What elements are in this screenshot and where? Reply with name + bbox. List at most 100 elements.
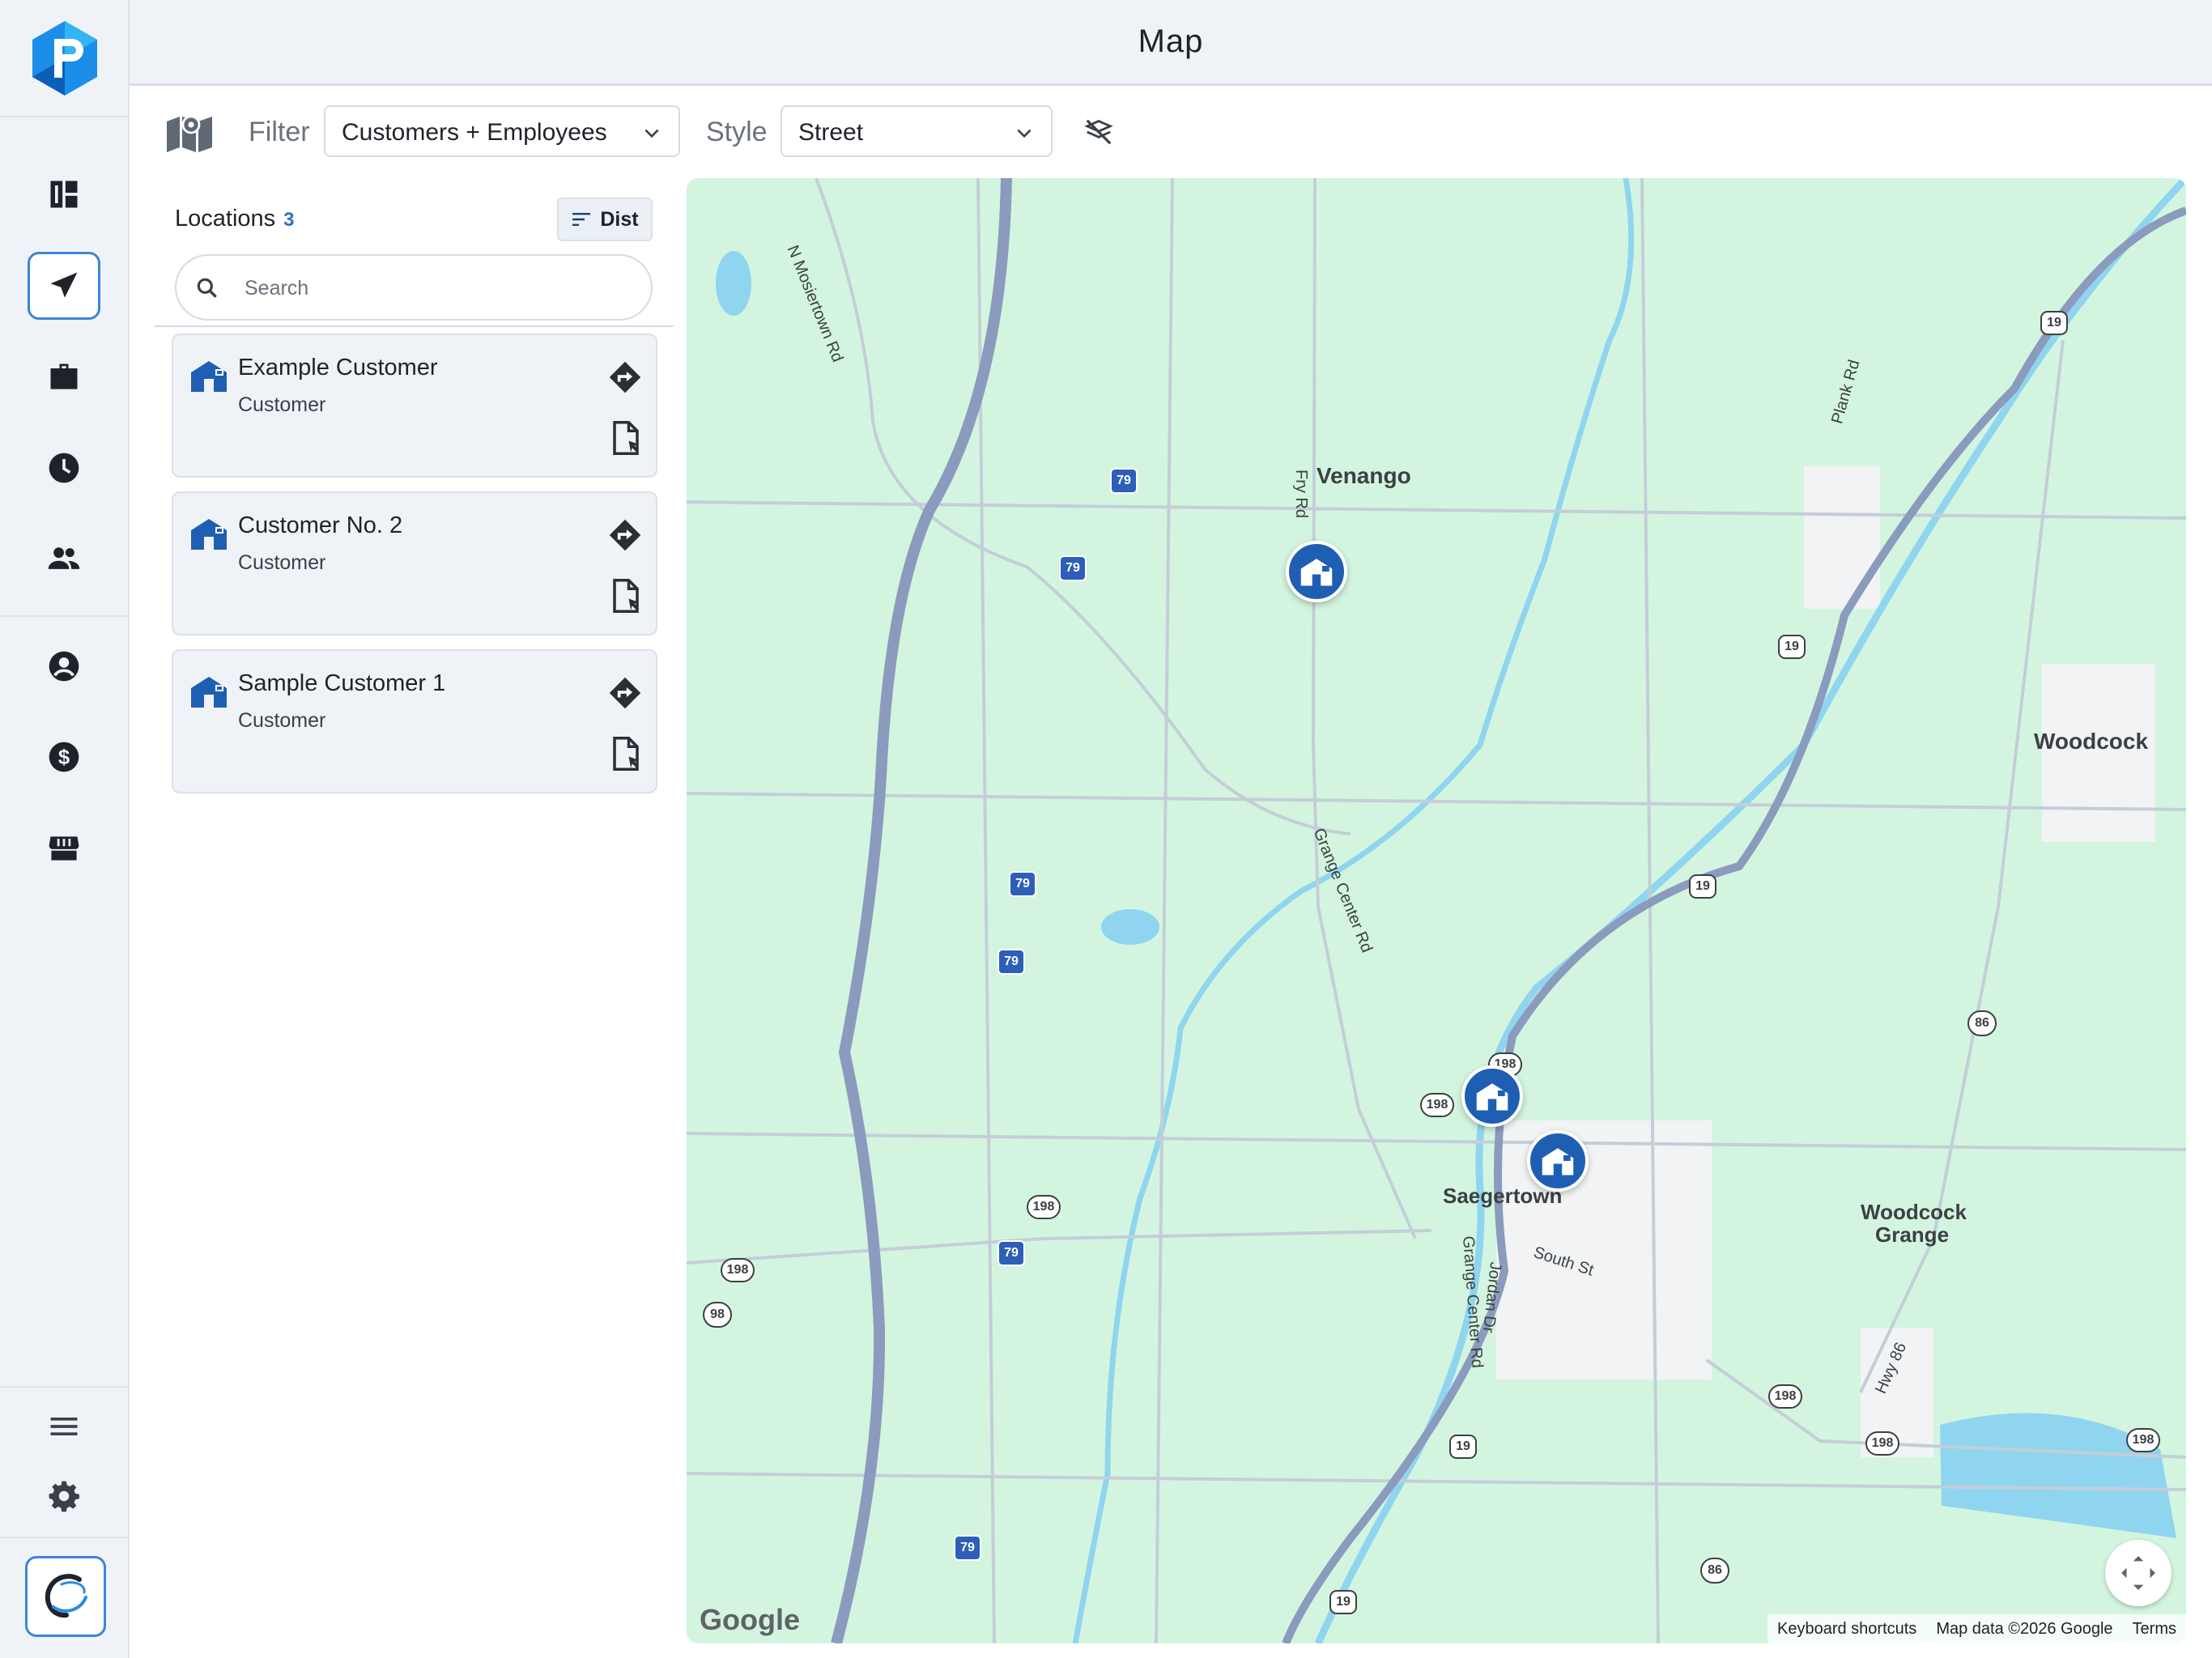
page-title: Map	[1138, 23, 1204, 59]
nav-account[interactable]	[28, 632, 100, 700]
nav-menu[interactable]	[28, 1392, 100, 1460]
nav-bottom-divider	[0, 1386, 130, 1388]
route-shield: 19	[1778, 635, 1806, 659]
place-label: Grange	[1875, 1222, 1950, 1247]
filter-label: Filter	[249, 117, 310, 147]
route-shield: 79	[998, 949, 1025, 975]
locations-label: Locations	[175, 206, 276, 232]
document-open-icon[interactable]	[609, 735, 643, 772]
place-label: Woodcock	[2034, 729, 2149, 754]
place-label: Woodcock	[1861, 1200, 1967, 1224]
route-shield: 98	[703, 1302, 732, 1328]
gear-icon	[49, 1481, 79, 1512]
route-shield: 79	[954, 1535, 981, 1561]
app-logo-icon	[32, 20, 97, 96]
route-shield: 79	[1009, 871, 1036, 897]
navigation-icon	[50, 272, 78, 298]
building-icon	[191, 361, 227, 392]
building-icon	[1542, 1148, 1574, 1175]
location-card[interactable]: Sample Customer 1 Customer	[172, 649, 657, 793]
fullscreen-icon	[2121, 1556, 2155, 1590]
building-icon	[1476, 1083, 1508, 1111]
dollar-icon: $	[49, 742, 79, 772]
people-icon	[48, 547, 80, 569]
directions-icon[interactable]	[607, 359, 643, 395]
search-input[interactable]	[245, 272, 633, 304]
directions-icon[interactable]	[607, 517, 643, 553]
route-shield: 86	[1967, 1010, 1997, 1036]
nav-time[interactable]	[28, 434, 100, 502]
map-toolbar: Filter Customers + Employees Style Stree…	[130, 86, 2212, 175]
keyboard-shortcuts-link[interactable]: Keyboard shortcuts	[1777, 1620, 1916, 1639]
filter-select[interactable]: Customers + Employees	[324, 105, 680, 157]
google-logo[interactable]: Google	[700, 1603, 800, 1637]
search-icon	[197, 278, 217, 298]
location-card[interactable]: Customer No. 2 Customer	[172, 491, 657, 636]
route-shield: 79	[1059, 555, 1087, 581]
location-pin[interactable]	[1527, 1130, 1589, 1192]
document-open-icon[interactable]	[609, 419, 643, 457]
interstate-79	[831, 178, 1012, 1643]
app-logo[interactable]	[0, 0, 130, 117]
dashboard-icon	[50, 181, 78, 208]
sort-icon	[572, 213, 591, 226]
store-icon	[49, 836, 79, 861]
map-icon	[167, 115, 212, 152]
town-area-venango	[1804, 466, 1880, 609]
style-label: Style	[706, 117, 768, 147]
hide-labels-icon[interactable]	[1083, 117, 1114, 147]
location-name: Sample Customer 1	[238, 670, 446, 696]
map-canvas[interactable]: Venango Woodcock Saegertown Woodcock Gra…	[687, 178, 2186, 1643]
account-icon	[49, 651, 79, 682]
nav-dashboard[interactable]	[28, 160, 100, 228]
directions-icon[interactable]	[607, 675, 643, 711]
sort-distance-button[interactable]: Dist	[557, 198, 653, 241]
nav-store[interactable]	[28, 814, 100, 882]
locations-panel: Locations 3 Dist Example Customer Custome…	[154, 175, 674, 1658]
map-attribution: Keyboard shortcuts Map data ©2026 Google…	[1767, 1614, 2186, 1643]
route-shield: 86	[1700, 1558, 1729, 1584]
svg-text:$: $	[58, 746, 70, 769]
filter-select-value: Customers + Employees	[342, 119, 607, 146]
map-base-layer	[687, 178, 2186, 1643]
location-search[interactable]	[175, 254, 653, 321]
road-label: Fry Rd	[1292, 470, 1310, 518]
chevron-down-icon	[1017, 129, 1032, 138]
menu-icon	[50, 1418, 78, 1435]
company-logo-button[interactable]	[25, 1556, 106, 1637]
locations-header: Locations 3	[175, 206, 295, 232]
nav-map[interactable]	[28, 252, 100, 320]
route-shield: 19	[1689, 874, 1716, 899]
location-name: Example Customer	[238, 355, 438, 380]
building-icon	[191, 519, 227, 550]
document-open-icon[interactable]	[609, 577, 643, 614]
nav-billing[interactable]: $	[28, 723, 100, 791]
terms-link[interactable]: Terms	[2133, 1620, 2176, 1639]
map-fullscreen-button[interactable]	[2105, 1540, 2172, 1606]
pond	[1101, 909, 1159, 945]
route-shield: 198	[1027, 1195, 1061, 1219]
route-shield: 19	[1329, 1590, 1357, 1614]
locations-count: 3	[283, 209, 295, 231]
nav-settings[interactable]	[28, 1462, 100, 1530]
route-shield: 79	[1110, 468, 1138, 494]
chevron-down-icon	[644, 129, 659, 138]
briefcase-icon	[50, 363, 78, 389]
style-select[interactable]: Street	[781, 105, 1053, 157]
route-shield: 198	[2126, 1428, 2160, 1452]
map-data-text: Map data ©2026 Google	[1936, 1619, 2113, 1638]
pond	[716, 251, 751, 316]
nav-people[interactable]	[28, 525, 100, 593]
nav-jobs[interactable]	[28, 343, 100, 411]
page-header: Map	[130, 0, 2212, 86]
building-icon	[1300, 559, 1333, 586]
company-logo-icon	[45, 1574, 87, 1618]
route-shield: 19	[1449, 1435, 1477, 1459]
route-shield: 198	[721, 1258, 755, 1282]
location-pin[interactable]	[1461, 1065, 1523, 1127]
nav-divider	[0, 615, 130, 617]
location-pin[interactable]	[1286, 541, 1347, 602]
location-card[interactable]: Example Customer Customer	[172, 334, 657, 478]
place-label: Venango	[1317, 463, 1411, 488]
nav-footer-divider	[0, 1537, 130, 1538]
